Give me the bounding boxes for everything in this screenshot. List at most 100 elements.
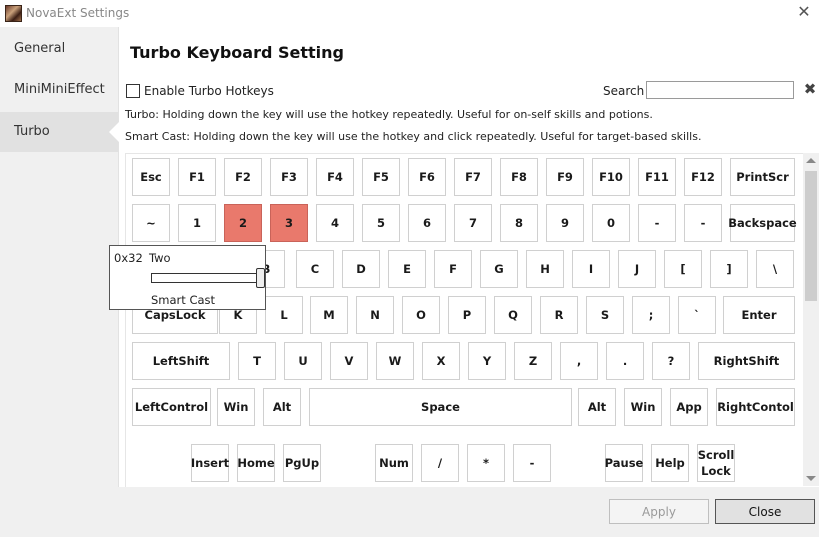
key-scroll-lock[interactable]: Scroll Lock [697,444,735,482]
key-symbol[interactable]: - [684,204,722,242]
key-num[interactable]: Num [375,444,413,482]
key-p[interactable]: P [448,296,486,334]
key-o[interactable]: O [402,296,440,334]
key-s[interactable]: S [586,296,624,334]
key-2[interactable]: 2 [224,204,262,242]
key-rightcontol[interactable]: RightContol [716,388,795,426]
key-printscr[interactable]: PrintScr [730,158,795,196]
key-f[interactable]: F [434,250,472,288]
key-w[interactable]: W [376,342,414,380]
key-g[interactable]: G [480,250,518,288]
key-l[interactable]: L [265,296,303,334]
key-0[interactable]: 0 [592,204,630,242]
key-y[interactable]: Y [468,342,506,380]
key-insert[interactable]: Insert [191,444,229,482]
key-5[interactable]: 5 [362,204,400,242]
key-symbol[interactable]: . [606,342,644,380]
key-m[interactable]: M [310,296,348,334]
key-f8[interactable]: F8 [500,158,538,196]
sidebar-item-turbo[interactable]: Turbo [0,112,119,152]
key-space[interactable]: Space [309,388,572,426]
scroll-thumb[interactable] [805,171,817,301]
key-symbol[interactable]: , [560,342,598,380]
key-pause[interactable]: Pause [605,444,643,482]
key-symbol[interactable]: ~ [132,204,170,242]
key-help[interactable]: Help [651,444,689,482]
checkbox-box[interactable] [126,84,140,98]
key-symbol[interactable]: * [467,444,505,482]
search-label: Search [603,84,645,98]
key-u[interactable]: U [284,342,322,380]
key-f3[interactable]: F3 [270,158,308,196]
key-f9[interactable]: F9 [546,158,584,196]
key-rightshift[interactable]: RightShift [698,342,795,380]
title-bar: NovaExt Settings ✕ [0,0,819,27]
key-f2[interactable]: F2 [224,158,262,196]
key-e[interactable]: E [388,250,426,288]
key-alt[interactable]: Alt [263,388,301,426]
key-esc[interactable]: Esc [132,158,170,196]
scroll-down-icon[interactable] [806,476,816,481]
smart-cast-slider-track[interactable] [151,273,263,283]
smart-cast-slider-thumb[interactable] [256,268,265,288]
sidebar-item-minimini-effect[interactable]: MiniMiniEffect [0,70,118,110]
key-4[interactable]: 4 [316,204,354,242]
key-f5[interactable]: F5 [362,158,400,196]
key-leftcontrol[interactable]: LeftControl [132,388,211,426]
key-t[interactable]: T [238,342,276,380]
sidebar: General MiniMiniEffect Turbo [0,27,119,487]
key-home[interactable]: Home [237,444,275,482]
key-n[interactable]: N [356,296,394,334]
key-f12[interactable]: F12 [684,158,722,196]
key-i[interactable]: I [572,250,610,288]
key-win[interactable]: Win [624,388,662,426]
key-symbol[interactable]: \ [756,250,794,288]
key-app[interactable]: App [670,388,708,426]
key-f11[interactable]: F11 [638,158,676,196]
key-q[interactable]: Q [494,296,532,334]
key-symbol[interactable]: / [421,444,459,482]
clear-search-icon[interactable]: ✖ [803,81,817,97]
key-alt[interactable]: Alt [578,388,616,426]
key-symbol[interactable]: ` [678,296,716,334]
apply-button[interactable]: Apply [609,499,709,524]
enable-turbo-hotkeys-label: Enable Turbo Hotkeys [144,84,274,98]
key-x[interactable]: X [422,342,460,380]
key-pgup[interactable]: PgUp [283,444,321,482]
key-f1[interactable]: F1 [178,158,216,196]
search-input[interactable] [646,81,794,99]
key-1[interactable]: 1 [178,204,216,242]
key-symbol[interactable]: - [638,204,676,242]
key-symbol[interactable]: [ [664,250,702,288]
window-close-icon[interactable]: ✕ [795,3,813,21]
key-z[interactable]: Z [514,342,552,380]
key-win[interactable]: Win [217,388,255,426]
key-c[interactable]: C [296,250,334,288]
key-f4[interactable]: F4 [316,158,354,196]
keyboard-scrollbar[interactable] [803,153,819,486]
key-9[interactable]: 9 [546,204,584,242]
key-symbol[interactable]: ; [632,296,670,334]
key-backspace[interactable]: Backspace [728,204,797,242]
key-h[interactable]: H [526,250,564,288]
key-leftshift[interactable]: LeftShift [132,342,230,380]
key-v[interactable]: V [330,342,368,380]
key-7[interactable]: 7 [454,204,492,242]
key-enter[interactable]: Enter [723,296,795,334]
key-f7[interactable]: F7 [454,158,492,196]
key-d[interactable]: D [342,250,380,288]
key-symbol[interactable]: ] [710,250,748,288]
key-symbol[interactable]: ? [652,342,690,380]
key-3[interactable]: 3 [270,204,308,242]
key-symbol[interactable]: - [513,444,551,482]
close-button[interactable]: Close [715,499,815,524]
key-6[interactable]: 6 [408,204,446,242]
key-f6[interactable]: F6 [408,158,446,196]
turbo-description: Turbo: Holding down the key will use the… [125,108,653,121]
sidebar-item-general[interactable]: General [0,29,118,69]
key-8[interactable]: 8 [500,204,538,242]
scroll-up-icon[interactable] [806,158,816,163]
key-j[interactable]: J [618,250,656,288]
key-f10[interactable]: F10 [592,158,630,196]
key-r[interactable]: R [540,296,578,334]
